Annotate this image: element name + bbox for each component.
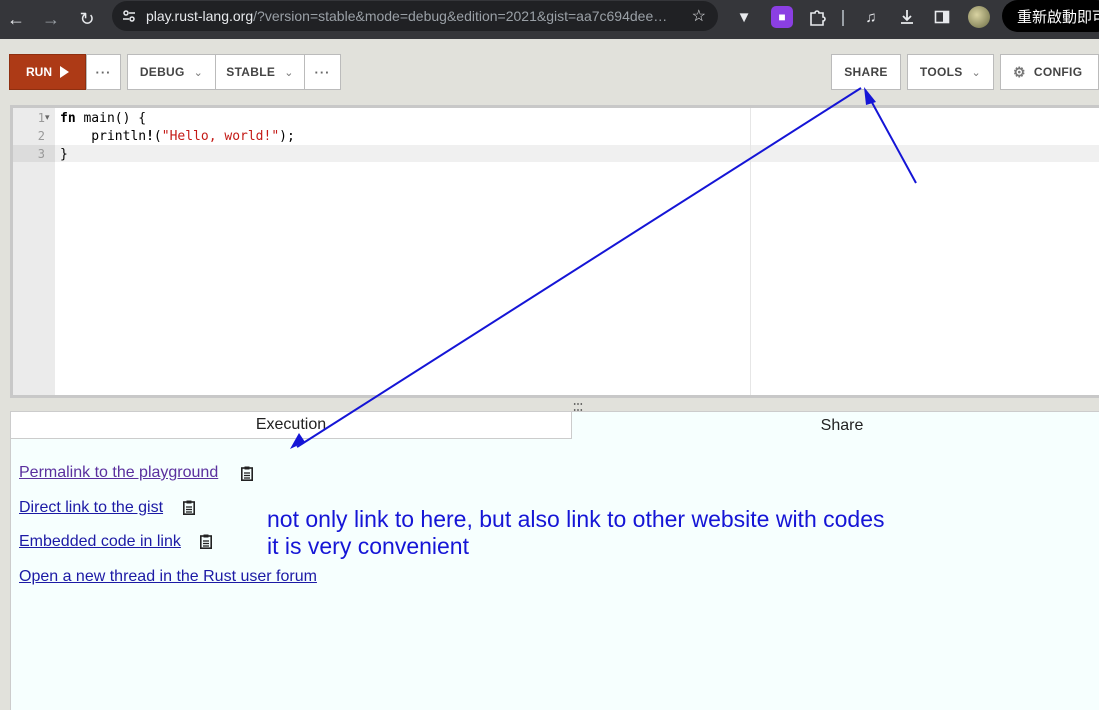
- arrowhead-up: [864, 87, 876, 105]
- arrow-to-share-button: [868, 96, 917, 184]
- arrow-to-share-link: [296, 87, 862, 448]
- app: ← → ↻ play.rust-lang.org/?version=stable…: [0, 0, 1099, 710]
- annotation-arrows: [290, 87, 917, 449]
